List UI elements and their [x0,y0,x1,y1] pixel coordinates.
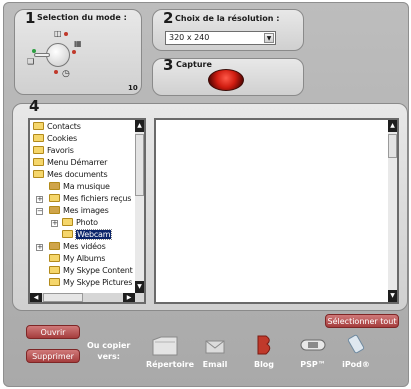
folder-icon [33,170,44,178]
tree-horizontal-scrollbar[interactable]: ◀ ▶ [30,293,144,302]
step-number-4: 4 [29,97,40,115]
mode-title: Selection du mode : [37,13,127,22]
delete-button[interactable]: Supprimer [26,349,80,363]
tree-item-label: My Skype Content [63,266,133,275]
expand-icon[interactable]: + [51,220,58,227]
photo-mode-indicator [64,32,68,36]
scroll-right-icon[interactable]: ▶ [123,293,135,302]
folder-icon [49,254,60,262]
destination-email[interactable]: Email [203,340,227,369]
tree-item-ma-musique[interactable]: Ma musique [49,181,110,193]
folder-icon [33,134,44,142]
ipod-icon [347,334,365,354]
grid-mode-indicator [72,50,76,54]
copy-to-label: Ou copier vers: [87,340,130,362]
folder-open-icon [62,230,73,238]
tree-item-my-skype-pictures[interactable]: My Skype Pictures [49,277,132,289]
select-all-button[interactable]: Sélectionner tout [325,314,399,328]
scroll-down-icon[interactable]: ▼ [388,290,397,302]
tree-item-mes-videos[interactable]: Mes vidéos [49,241,106,253]
envelope-icon [205,340,225,354]
mode-dial[interactable] [34,43,70,67]
expand-icon[interactable]: + [36,196,43,203]
open-button[interactable]: Ouvrir [26,325,80,339]
tree-item-label: Favoris [47,146,74,155]
destination-label: iPod® [342,360,370,369]
folder-icon [152,336,178,356]
video-folder-icon [49,242,60,250]
tree-item-menu-demarrer[interactable]: Menu Démarrer [33,157,107,169]
tree-item-webcam[interactable]: Webcam [62,229,113,241]
folder-icon [62,218,73,226]
tree-item-label: My Skype Pictures [63,278,133,287]
blog-icon [257,335,271,355]
folder-icon [33,146,44,154]
tree-item-label: Mes images [63,206,109,215]
folder-icon [33,122,44,130]
dial-pointer [34,53,50,57]
video-mode-icon: ❑ [27,57,35,66]
tree-item-mes-images[interactable]: Mes images [49,205,109,217]
psp-icon [300,339,326,351]
video-mode-indicator [32,49,36,53]
folder-icon [49,278,60,286]
capture-button[interactable] [208,69,244,91]
destination-ipod[interactable]: iPod® [342,334,370,369]
preview-vertical-scrollbar[interactable]: ▲ ▼ [388,120,397,302]
folder-icon [49,266,60,274]
preview-scroll-thumb[interactable] [388,134,397,158]
tree-item-label: Menu Démarrer [47,158,108,167]
copy-line-2: vers: [97,352,120,361]
tree-item-mes-fichiers-recus[interactable]: Mes fichiers reçus [49,193,131,205]
destination-blog[interactable]: Blog [253,334,275,369]
tree-item-my-skype-content[interactable]: My Skype Content [49,265,133,277]
grid-mode-icon: ▦ [74,39,82,48]
folder-icon [33,158,44,166]
bottom-mode-indicator [54,70,58,74]
timer-mode-icon: ◷ [62,69,70,79]
tree-vertical-scrollbar[interactable]: ▲ ▼ [135,120,144,302]
tree-item-label: Contacts [47,122,81,131]
thumbnail-preview-area[interactable]: ▲ ▼ [154,118,399,304]
destination-repertoire[interactable]: Répertoire [146,334,194,369]
tree-item-my-albums[interactable]: My Albums [49,253,105,265]
scroll-up-icon[interactable]: ▲ [135,120,144,132]
folder-icon [49,194,60,202]
tree-item-label: Cookies [47,134,77,143]
images-folder-icon [49,206,60,214]
chevron-down-icon[interactable]: ▼ [264,33,274,43]
scroll-down-icon[interactable]: ▼ [135,281,144,293]
tree-item-label: My Albums [63,254,106,263]
step-number-2: 2 [163,9,174,27]
tree-item-label: Mes fichiers reçus [63,194,132,203]
tree-item-favoris[interactable]: Favoris [33,145,74,157]
capture-title: Capture [176,60,212,69]
tree-item-label: Photo [76,218,98,227]
tree-hscroll-thumb[interactable] [43,293,83,302]
tree-item-mes-documents[interactable]: Mes documents [33,169,108,181]
tree-scroll-thumb[interactable] [135,134,144,196]
tree-item-label: Mes vidéos [63,242,106,251]
tree-item-contacts[interactable]: Contacts [33,121,81,133]
scroll-left-icon[interactable]: ◀ [30,293,42,302]
expand-icon[interactable]: + [36,244,43,251]
resolution-title: Choix de la résolution : [175,14,280,23]
destination-psp[interactable]: PSP™ [300,339,326,369]
resolution-select[interactable]: 320 x 240 ▼ [165,31,276,45]
tree-item-label: Mes documents [47,170,108,179]
collapse-icon[interactable]: − [36,208,43,215]
photo-mode-icon: ◫ [54,29,62,38]
resolution-value: 320 x 240 [169,33,210,42]
tree-item-label: Webcam [74,229,113,240]
step-number-3: 3 [163,56,174,74]
copy-line-1: Ou copier [87,341,131,350]
step-number-1: 1 [25,9,36,27]
music-folder-icon [49,182,60,190]
tree-item-label: Ma musique [63,182,110,191]
scroll-up-icon[interactable]: ▲ [388,120,397,132]
tree-item-cookies[interactable]: Cookies [33,133,77,145]
folder-tree[interactable]: Contacts Cookies Favoris Menu Démarrer M… [28,118,146,304]
tree-item-photo[interactable]: Photo [62,217,98,229]
